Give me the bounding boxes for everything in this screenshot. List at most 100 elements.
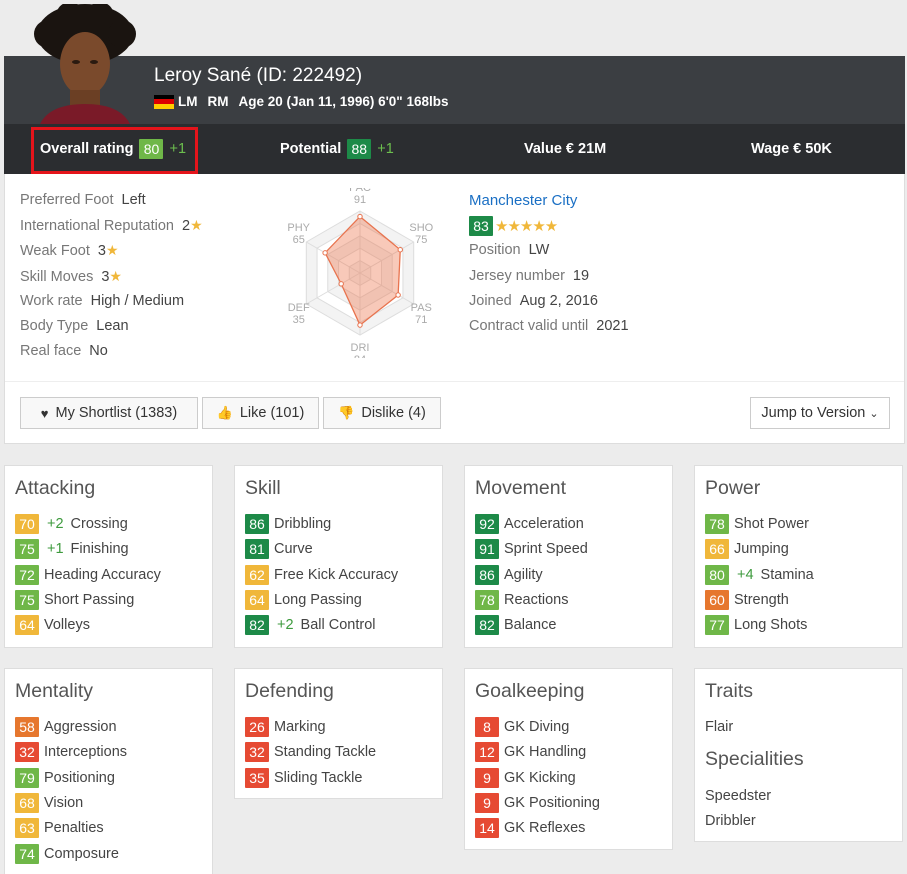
stat-name: Sprint Speed <box>504 541 588 558</box>
stat-row: 66 Jumping <box>705 539 789 560</box>
stat-name: Reactions <box>504 591 569 608</box>
stat-value-badge: 63 <box>15 818 39 839</box>
stat-value-badge: 32 <box>245 742 269 763</box>
power-card: Power 78 Shot Power 66 Jumping 80 +4 Stamina 60 S… <box>694 465 903 648</box>
trait-item: Flair <box>705 719 734 735</box>
joined-label: Joined <box>469 293 512 309</box>
international-reputation: International Reputation 2★ <box>20 217 203 234</box>
stat-name: Crossing <box>70 516 128 532</box>
heart-icon: ♥ <box>40 405 49 421</box>
stat-name: GK Diving <box>504 719 570 735</box>
player-name: Leroy Sané (ID: 222492) <box>154 65 363 86</box>
stat-row: 82 Balance <box>475 615 556 636</box>
radar-point <box>338 281 344 287</box>
stat-increase: +2 <box>277 617 294 634</box>
radar-point <box>357 322 363 328</box>
stat-row: 80 +4 Stamina <box>705 564 814 585</box>
radar-axis-label: PAS <box>411 302 432 314</box>
stat-value-badge: 72 <box>15 564 39 585</box>
stat-name: GK Positioning <box>504 794 600 811</box>
radar-axis-value: 75 <box>415 234 427 246</box>
stat-row: 75 Short Passing <box>15 589 134 610</box>
radar-axis-label: DRI <box>351 342 370 354</box>
like-button[interactable]: 👍 Like (101) <box>202 397 319 429</box>
overall-rating-highlight <box>31 127 198 174</box>
jump-to-version-dropdown[interactable]: Jump to Version ⌄ <box>750 397 890 429</box>
goalkeeping-card: Goalkeeping 8 GK Diving 12 GK Handling 9 GK Ki… <box>464 668 673 850</box>
radar-axis-value: 71 <box>415 314 427 326</box>
stat-row: 75 +1 Finishing <box>15 539 129 560</box>
movement-title: Movement <box>475 477 567 499</box>
stat-value-badge: 86 <box>245 514 269 534</box>
stat-value-badge: 8 <box>475 717 499 737</box>
stat-name: Vision <box>44 794 84 811</box>
stat-value-badge: 74 <box>15 843 39 864</box>
stat-value-badge: 35 <box>245 767 269 788</box>
stat-row: 62 Free Kick Accuracy <box>245 564 398 585</box>
stat-row: 82 +2 Ball Control <box>245 615 376 636</box>
weak-foot: Weak Foot 3★ <box>20 242 119 259</box>
radar-point <box>357 213 363 220</box>
mentality-title: Mentality <box>15 680 94 702</box>
stat-value-badge: 82 <box>475 615 499 636</box>
potential-label: Potential <box>280 141 342 157</box>
skill-title: Skill <box>245 477 281 499</box>
stat-name: Finishing <box>70 541 129 558</box>
divider <box>5 381 904 382</box>
dislike-label: Dislike (4) <box>361 405 426 421</box>
stat-value-badge: 62 <box>245 564 269 585</box>
joined-value: Aug 2, 2016 <box>519 293 598 309</box>
stat-name: Marking <box>274 719 326 735</box>
contract: Contract valid until 2021 <box>469 318 629 334</box>
stat-name: Volleys <box>44 617 90 634</box>
club-rating-badge: 83 <box>469 216 493 236</box>
stat-row: 72 Heading Accuracy <box>15 564 161 585</box>
stat-value-badge: 66 <box>705 539 729 560</box>
stat-row: 92 Acceleration <box>475 514 584 534</box>
stat-row: 14 GK Reflexes <box>475 818 585 839</box>
player-value: Value € 21M <box>524 141 607 157</box>
defending-card: Defending 26 Marking 32 Standing Tackle 35 Sli… <box>234 668 443 799</box>
stat-value-badge: 75 <box>15 589 39 610</box>
body-type: Body Type Lean <box>20 318 129 334</box>
stat-value-badge: 32 <box>15 742 39 763</box>
stat-row: 9 GK Positioning <box>475 792 600 813</box>
potential-badge: 88 <box>347 139 372 159</box>
radar-axis-label: PHY <box>287 222 310 234</box>
shortlist-button[interactable]: ♥ My Shortlist (1383) <box>20 397 198 429</box>
stat-name: Acceleration <box>504 516 584 532</box>
real-face-value: No <box>89 343 108 359</box>
stat-value-badge: 58 <box>15 717 39 737</box>
stat-name: Positioning <box>44 769 115 786</box>
stat-name: Jumping <box>734 541 789 558</box>
preferred-foot-label: Preferred Foot <box>20 192 114 208</box>
stat-row: 32 Standing Tackle <box>245 742 376 763</box>
dislike-button[interactable]: 👎 Dislike (4) <box>323 397 441 429</box>
thumbs-up-icon: 👍 <box>216 405 233 420</box>
thumbs-down-icon: 👎 <box>338 405 355 420</box>
star-icon: ★ <box>105 242 119 258</box>
stat-row: 74 Composure <box>15 843 119 864</box>
stat-value-badge: 78 <box>475 589 499 610</box>
radar-point <box>322 250 328 256</box>
weak-foot-value: 3 <box>97 243 106 259</box>
position-rm[interactable]: RM <box>208 94 229 109</box>
potential-plus: +1 <box>377 141 394 157</box>
stat-name: Composure <box>44 845 119 862</box>
position-lm[interactable]: LM <box>178 94 198 109</box>
club-link[interactable]: Manchester City <box>469 192 577 209</box>
body-type-value: Lean <box>96 318 129 334</box>
reputation-label: International Reputation <box>20 218 174 234</box>
chevron-down-icon: ⌄ <box>869 407 879 420</box>
stat-row: 70 +2 Crossing <box>15 514 128 534</box>
stat-value-badge: 9 <box>475 792 499 813</box>
club-position-link[interactable]: LW <box>529 242 550 258</box>
stat-value-badge: 26 <box>245 717 269 737</box>
skill-moves: Skill Moves 3★ <box>20 268 122 285</box>
stat-value-badge: 82 <box>245 615 269 636</box>
radar-point <box>397 247 403 253</box>
stat-row: 8 GK Diving <box>475 717 569 737</box>
stat-row: 9 GK Kicking <box>475 767 576 788</box>
radar-axis-label: DEF <box>288 302 310 314</box>
stat-value-badge: 81 <box>245 539 269 560</box>
